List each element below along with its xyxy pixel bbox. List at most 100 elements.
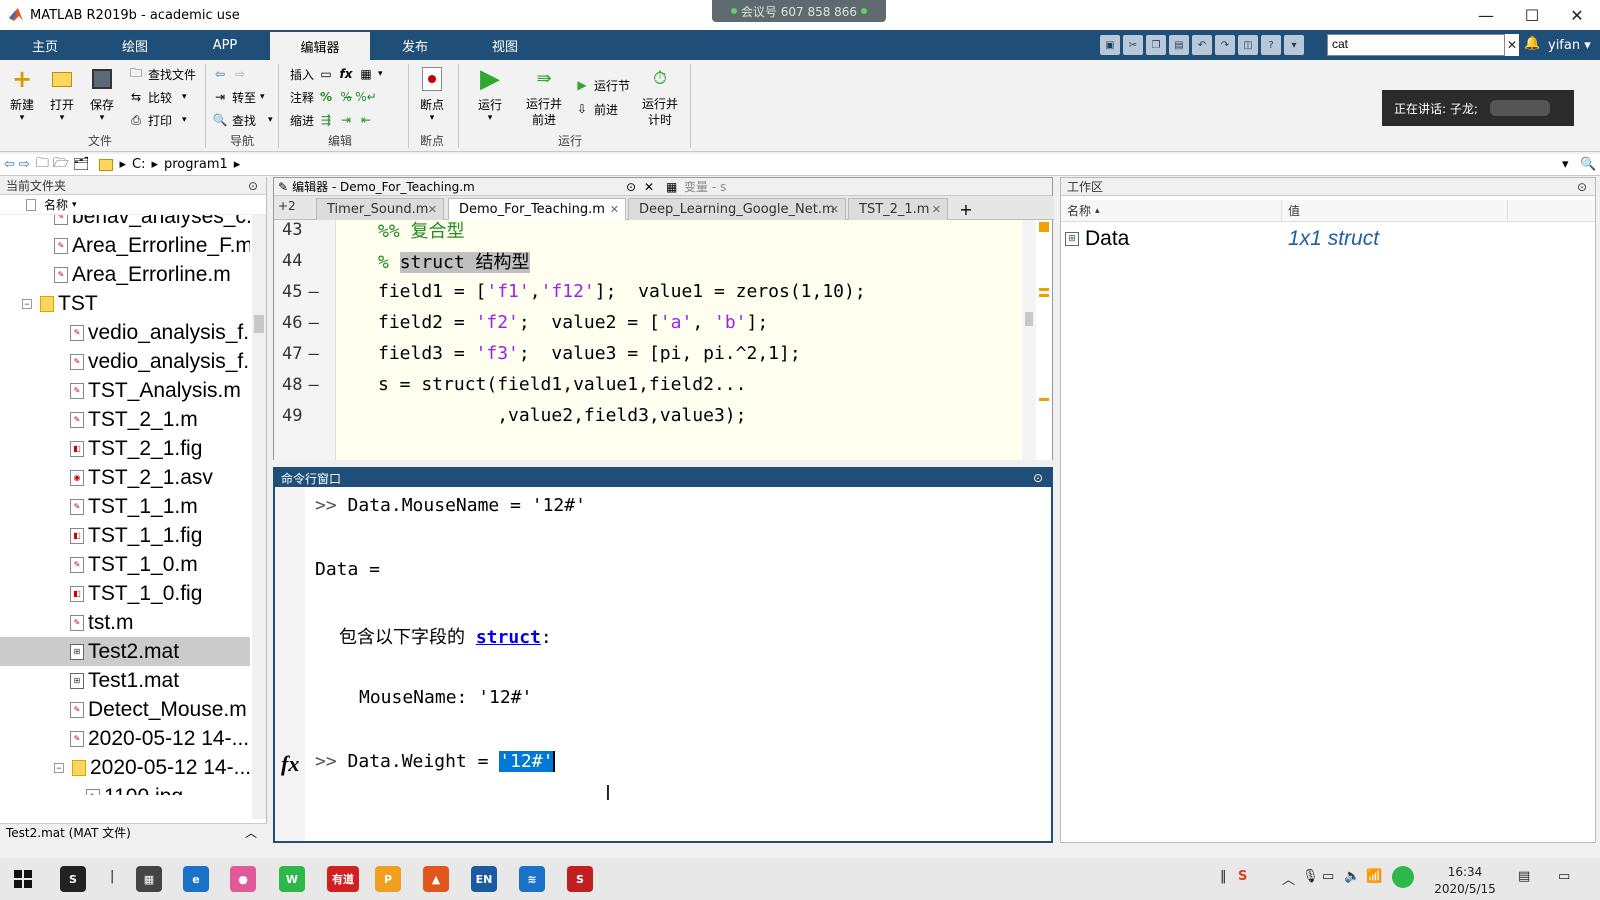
- shadow-app-icon[interactable]: S: [567, 866, 593, 892]
- breadcrumb-folder[interactable]: program1: [164, 157, 228, 172]
- volume-icon[interactable]: 🔈: [1344, 869, 1360, 884]
- file-list-scrollbar[interactable]: [252, 215, 266, 819]
- pdf-icon[interactable]: P: [375, 866, 401, 892]
- file-list-item[interactable]: ⊞ Test1.mat: [0, 666, 250, 695]
- uncomment-icon[interactable]: %̶: [338, 90, 354, 104]
- file-list-item[interactable]: ✎ Area_Errorline.m: [0, 260, 250, 289]
- close-tab-icon[interactable]: ✕: [428, 203, 437, 216]
- close-tab-icon[interactable]: ✕: [830, 203, 839, 216]
- smart-indent-icon[interactable]: ⇶: [318, 113, 334, 127]
- breakpoint-dash[interactable]: —: [308, 282, 318, 302]
- code-editor[interactable]: 43 44 45—46—47—48—49 %% 复合型% struct 结构型 fie…: [274, 220, 1022, 460]
- user-menu[interactable]: yifan ▾: [1548, 30, 1591, 60]
- close-tab-icon[interactable]: ✕: [932, 203, 941, 216]
- file-list-item[interactable]: ✎ tst.m: [0, 608, 250, 637]
- notes-icon[interactable]: ▤: [1518, 869, 1530, 884]
- file-list-item[interactable]: ✎ TST_1_1.m: [0, 492, 250, 521]
- tab-timer-sound[interactable]: Timer_Sound.m ✕: [316, 198, 444, 220]
- edge-browser-icon[interactable]: e: [183, 866, 209, 892]
- back-forward-buttons[interactable]: ⇦ ⇨: [212, 63, 248, 85]
- file-list-item[interactable]: − TST: [0, 289, 250, 318]
- percent-icon[interactable]: %: [318, 90, 334, 104]
- battery-icon[interactable]: ▭: [1322, 869, 1334, 884]
- meeting-banner[interactable]: 会议号 607 858 866: [712, 0, 886, 22]
- variables-title[interactable]: 变量 - s: [684, 178, 726, 195]
- tab-home[interactable]: 主页: [0, 30, 90, 60]
- file-list-item[interactable]: ✎ Area_Errorline_F.m: [0, 231, 250, 260]
- tray-expand-icon[interactable]: ︿: [1282, 869, 1295, 888]
- file-list-item[interactable]: ✎ Detect_Mouse.m: [0, 695, 250, 724]
- scrollbar-thumb[interactable]: [1025, 312, 1033, 326]
- file-list-item[interactable]: ✎ TST_Analysis.m: [0, 376, 250, 405]
- warning-marker[interactable]: [1039, 294, 1049, 297]
- path-dropdown-icon[interactable]: ▾: [1562, 157, 1569, 172]
- options-icon[interactable]: ▾: [1284, 35, 1304, 55]
- new-button[interactable]: + 新建 ▾: [6, 65, 38, 123]
- column-header-name[interactable]: 名称 ▾: [0, 195, 266, 215]
- file-list-item[interactable]: ✎ TST_2_1.m: [0, 405, 250, 434]
- run-section-button[interactable]: ▶ 运行节: [574, 74, 630, 96]
- save-icon[interactable]: ▣: [1100, 35, 1120, 55]
- indent-button[interactable]: 缩进 ⇶ ⇥ ⇤: [290, 109, 374, 131]
- breakpoint-dash[interactable]: —: [308, 344, 318, 364]
- open-button[interactable]: 打开 ▾: [46, 66, 78, 123]
- youdao-icon[interactable]: 有道: [327, 866, 359, 892]
- insert-button[interactable]: 插入 ▭ fx ▦ ▾: [290, 63, 383, 85]
- file-list-item[interactable]: ✎ TST_1_0.m: [0, 550, 250, 579]
- close-window-button[interactable]: ✕: [1554, 0, 1600, 30]
- close-tab-icon[interactable]: ✕: [610, 203, 619, 216]
- refresh-folder-icon[interactable]: 🗂: [73, 157, 90, 172]
- sogou-icon[interactable]: S: [60, 866, 86, 892]
- forward-icon[interactable]: ⇨: [19, 157, 30, 172]
- run-and-time-button[interactable]: ⏱ 运行并 计时: [638, 66, 682, 128]
- switch-windows-icon[interactable]: ◫: [1238, 35, 1258, 55]
- column-header-value[interactable]: 值: [1281, 200, 1507, 222]
- decrease-indent-icon[interactable]: ⇤: [358, 113, 374, 127]
- scrollbar-thumb[interactable]: [254, 315, 264, 333]
- find-button[interactable]: 🔍 查找 ▾: [212, 109, 273, 131]
- matlab-taskbar-icon[interactable]: ▲: [423, 866, 449, 892]
- workspace-options-icon[interactable]: ⊙: [1577, 180, 1587, 194]
- increase-indent-icon[interactable]: ⇥: [338, 113, 354, 127]
- run-and-advance-button[interactable]: ⇛ 运行并 前进: [522, 66, 566, 128]
- wechat-icon[interactable]: W: [279, 866, 305, 892]
- windows-start-icon[interactable]: [14, 870, 32, 888]
- photos-icon[interactable]: ≋: [519, 866, 545, 892]
- back-arrow-icon[interactable]: ⇦: [212, 67, 228, 81]
- code-line[interactable]: %% 复合型: [378, 220, 465, 245]
- function-icon[interactable]: ▦: [358, 67, 374, 81]
- up-folder-icon[interactable]: 🗀: [36, 154, 49, 176]
- breakpoints-button[interactable]: 断点 ▾: [414, 66, 450, 123]
- breadcrumb-drive[interactable]: C:: [132, 157, 145, 172]
- chevron-up-icon[interactable]: ︿: [245, 824, 257, 841]
- colorful-app-icon[interactable]: ●: [230, 866, 256, 892]
- file-list-item[interactable]: ◧ TST_1_0.fig: [0, 579, 250, 608]
- paste-icon[interactable]: ▤: [1169, 35, 1189, 55]
- save-button[interactable]: 保存 ▾: [86, 66, 118, 123]
- collapse-toggle-icon[interactable]: −: [54, 762, 64, 773]
- file-list-item[interactable]: ✎ 1100.jpg: [0, 782, 250, 795]
- microphone-icon[interactable]: 🎙: [1302, 869, 1319, 884]
- command-window[interactable]: 命令行窗口 ⊙ >> Data.MouseName = '12#' Data = …: [273, 467, 1053, 843]
- forward-arrow-icon[interactable]: ⇨: [232, 67, 248, 81]
- warning-marker[interactable]: [1039, 288, 1049, 291]
- file-list-item[interactable]: ◧ TST_2_1.fig: [0, 434, 250, 463]
- file-list-item[interactable]: ⊞ Test2.mat: [0, 637, 250, 666]
- file-list-item[interactable]: ✎ 2020-05-12 14-...: [0, 724, 250, 753]
- comment-button[interactable]: 注释% %̶ %↵: [290, 86, 377, 108]
- code-line[interactable]: ,value2,field3,value3);: [378, 400, 746, 431]
- compare-button[interactable]: ⇆ 比较 ▾: [128, 86, 187, 108]
- code-line[interactable]: field1 = ['f1','f12']; value1 = zeros(1,…: [378, 276, 866, 307]
- editor-close-icon[interactable]: ✕: [644, 180, 654, 194]
- tab-tst-2-1[interactable]: TST_2_1.m ✕: [848, 198, 948, 220]
- wrap-comments-icon[interactable]: %↵: [355, 90, 376, 104]
- language-icon[interactable]: EN: [471, 866, 497, 892]
- file-list-item[interactable]: − 2020-05-12 14-...: [0, 753, 250, 782]
- print-button[interactable]: ⎙ 打印 ▾: [128, 109, 186, 131]
- workspace-row[interactable]: ⊞ Data 1x1 struct: [1061, 224, 1595, 254]
- tab-demo-for-teaching[interactable]: Demo_For_Teaching.m ✕: [448, 198, 626, 220]
- wechat-tray-icon[interactable]: [1392, 866, 1414, 888]
- minimize-button[interactable]: —: [1463, 0, 1509, 30]
- sogou-ime-icon[interactable]: S: [1238, 869, 1247, 884]
- action-center-icon[interactable]: ▭: [1558, 869, 1570, 884]
